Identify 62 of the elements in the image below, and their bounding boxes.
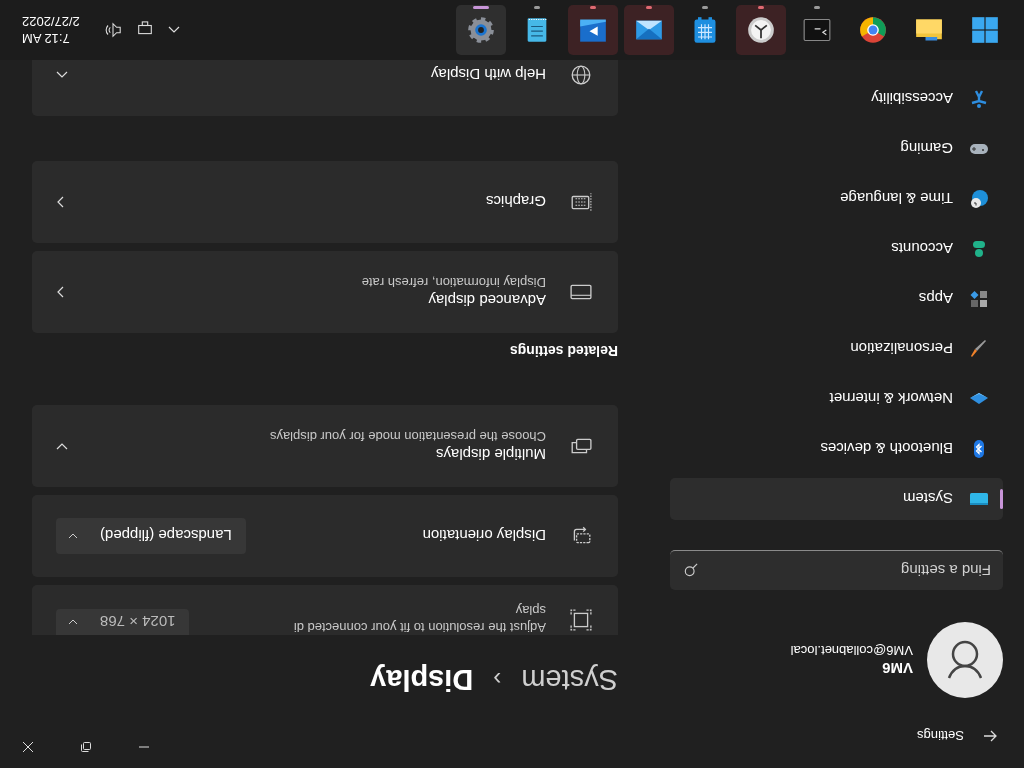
nav-item[interactable]: Accessibility (670, 78, 1003, 120)
setting-description: Adjust the resolution to fit your connected di (292, 620, 546, 635)
breadcrumb-separator: › (493, 665, 502, 694)
clock-icon (747, 16, 775, 44)
taskbar-app[interactable] (624, 5, 674, 55)
accessibility-icon (969, 89, 989, 109)
nav-item[interactable]: Time & language (670, 178, 1003, 220)
breadcrumb-parent[interactable]: System (521, 663, 618, 696)
running-indicator (473, 6, 489, 9)
page-title: Display (370, 663, 474, 696)
terminal-icon (803, 16, 831, 44)
globe-clock-icon (969, 189, 989, 209)
clock-date[interactable]: 2/27/2022 (22, 14, 80, 29)
setting-title: Display orientation (421, 527, 546, 545)
selection-indicator (1000, 489, 1003, 509)
window-title: Settings (917, 728, 964, 744)
section-heading: Related settings (508, 343, 618, 359)
setting-title: Graphics (484, 193, 546, 211)
nav-item[interactable]: Personalization (670, 328, 1003, 370)
setting-title: Help with Display (429, 66, 546, 84)
windows-logo-icon (971, 16, 999, 44)
nav-item[interactable]: Bluetooth & devices (670, 428, 1003, 470)
setting-title: Advanced display (427, 292, 546, 309)
running-indicator (702, 6, 708, 9)
apps-icon (969, 289, 989, 309)
setting-title: Multiple displays (434, 446, 546, 463)
running-indicator (646, 6, 652, 9)
globe-icon (570, 64, 592, 86)
running-indicator (814, 6, 820, 9)
dropdown[interactable]: Landscape (flipped) (56, 518, 246, 554)
running-indicator (534, 6, 540, 9)
setting-description: splay (514, 603, 546, 618)
resolution-icon (570, 609, 592, 631)
setting-description: Display information, refresh rate (360, 275, 546, 290)
setting-card[interactable]: Help with Display (32, 60, 618, 116)
setting-card[interactable]: Graphics (32, 161, 618, 243)
brush-icon (969, 339, 989, 359)
taskbar-app[interactable] (568, 5, 618, 55)
setting-card[interactable]: Advanced display Display information, refresh rate (32, 251, 618, 333)
nav-item[interactable]: Network & internet (670, 378, 1003, 420)
nav-item[interactable]: Apps (670, 278, 1003, 320)
close-icon[interactable] (23, 742, 33, 752)
nav-item[interactable]: System (670, 478, 1003, 520)
maximize-icon[interactable] (81, 742, 91, 752)
taskbar-app[interactable] (736, 5, 786, 55)
nav-item[interactable]: Gaming (670, 128, 1003, 170)
settings-icon (467, 16, 495, 44)
user-email: VM6@collabnet.local (790, 643, 913, 658)
setting-description: Choose the presentation mode for your displays (268, 429, 546, 444)
dropdown[interactable]: 1024 × 768 (56, 609, 190, 635)
search-icon (684, 563, 698, 577)
running-indicator (590, 6, 596, 9)
search-field[interactable]: Find a setting (670, 550, 1003, 590)
running-indicator (758, 6, 764, 9)
user-name: VM6 (881, 660, 913, 677)
graphics-card-icon (570, 191, 592, 213)
avatar-icon (927, 622, 1003, 698)
clock-time[interactable]: 7:12 AM (22, 31, 70, 46)
setting-card[interactable]: Multiple displays Choose the presentation mode for your displays (32, 405, 618, 487)
browser-icon (859, 16, 887, 44)
speaker-icon[interactable] (103, 21, 122, 39)
nav-item[interactable]: Accounts (670, 228, 1003, 270)
